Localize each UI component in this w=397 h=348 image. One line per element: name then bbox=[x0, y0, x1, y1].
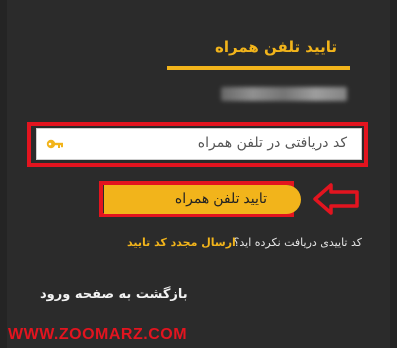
resend-question: کد تاییدی دریافت نکرده اید؟ bbox=[233, 236, 362, 249]
verification-code-input[interactable]: کد دریافتی در تلفن همراه bbox=[36, 128, 362, 160]
blurred-phone-number bbox=[221, 87, 347, 101]
annotation-arrow-icon bbox=[313, 183, 359, 215]
confirm-button-label: تایید تلفن همراه bbox=[174, 190, 267, 206]
confirm-phone-button[interactable]: تایید تلفن همراه bbox=[104, 185, 301, 214]
input-placeholder: کد دریافتی در تلفن همراه bbox=[197, 135, 347, 151]
watermark: WWW.ZOOMARZ.COM bbox=[8, 326, 188, 343]
key-icon bbox=[46, 139, 63, 149]
title-underline bbox=[167, 66, 350, 70]
back-to-login-link[interactable]: بازگشت به صفحه ورود bbox=[40, 287, 188, 302]
resend-code-link[interactable]: ارسال مجدد کد تایید bbox=[127, 236, 236, 249]
page-title: تایید تلفن همراه bbox=[215, 38, 337, 56]
